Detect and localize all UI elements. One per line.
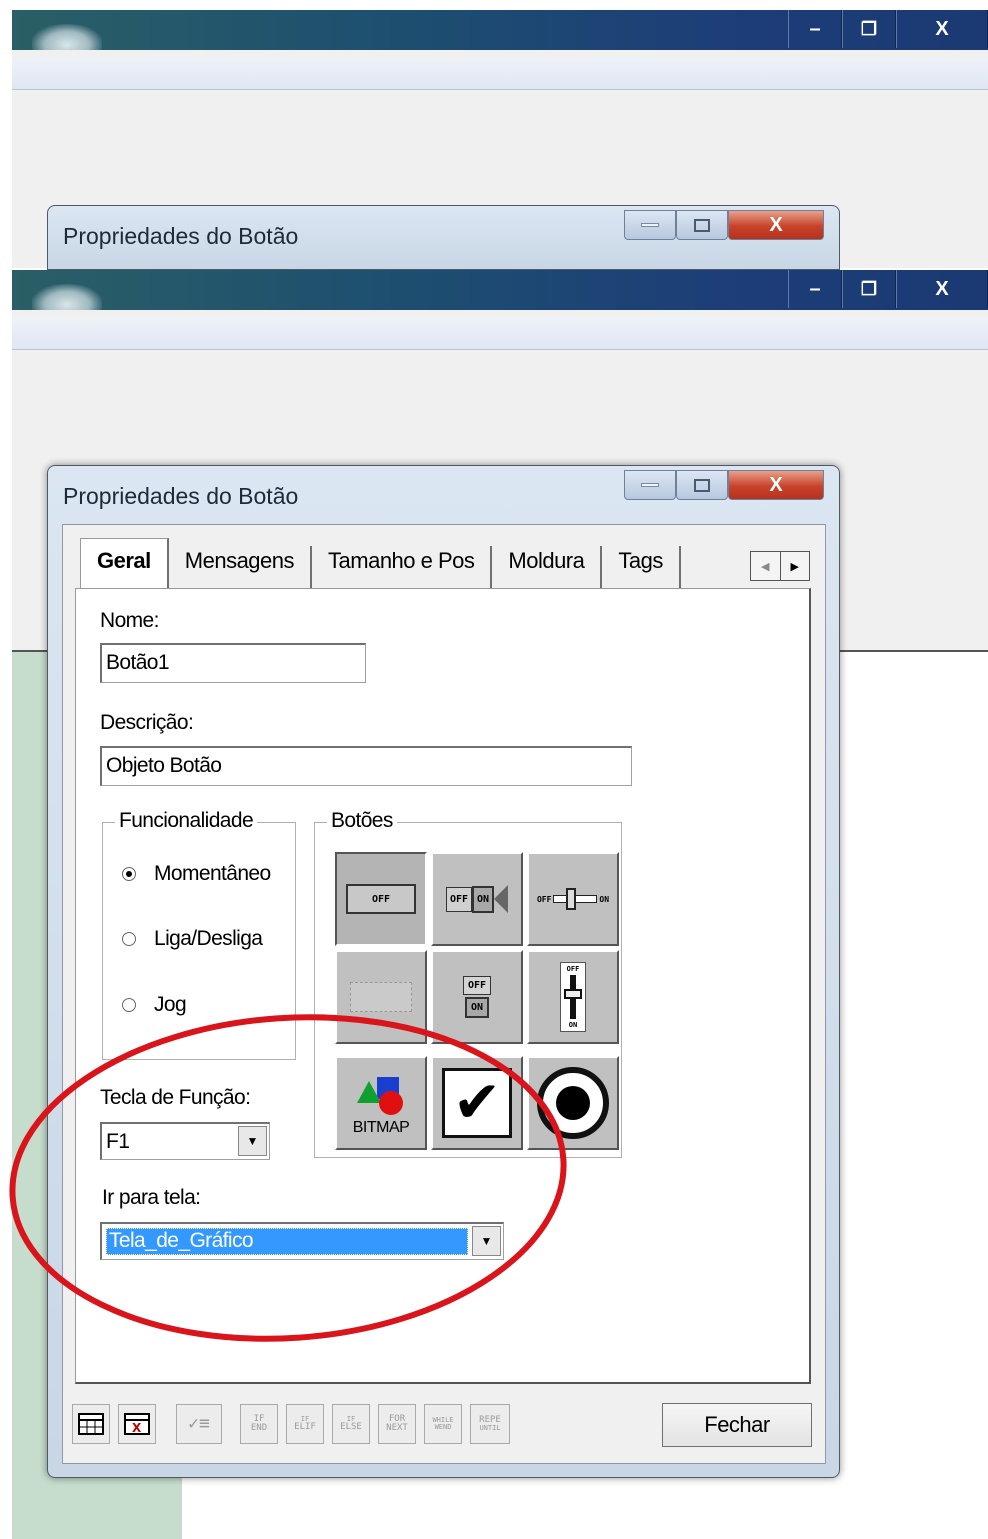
keyword-repeat-until[interactable]: REPE UNTIL <box>470 1404 510 1444</box>
minimize-icon <box>641 483 659 487</box>
tab-moldura[interactable]: Moldura <box>492 546 603 588</box>
maximize-icon <box>694 218 710 232</box>
radio-momentaneo[interactable]: Momentâneo <box>122 862 271 886</box>
radio-liga-desliga[interactable]: Liga/Desliga <box>122 927 263 951</box>
app-menubar <box>12 58 988 90</box>
keyword-while-wend[interactable]: WHILE WEND <box>424 1404 462 1444</box>
dialog-maximize-button-bg[interactable] <box>676 210 728 240</box>
minimize-icon <box>641 223 659 227</box>
kw-bottom: ELSE <box>340 1421 362 1432</box>
app-menubar <box>12 318 988 350</box>
off-push-button-icon: OFF <box>346 884 416 914</box>
app-close-button[interactable]: X <box>896 270 988 308</box>
tab-tags[interactable]: Tags <box>602 546 681 588</box>
dialog-window-background: Propriedades do Botão X <box>47 205 840 270</box>
tab-scroll-right-icon[interactable]: ▶ <box>781 552 810 580</box>
dialog-maximize-button[interactable] <box>676 470 728 500</box>
tab-geral[interactable]: Geral <box>80 538 169 588</box>
keyword-elif[interactable]: IF ELIF <box>286 1404 324 1444</box>
close-dialog-button[interactable]: Fechar <box>662 1403 812 1447</box>
kw-bottom: NEXT <box>386 1423 408 1433</box>
button-style-off-on-rocker[interactable]: OFF ON <box>431 852 523 946</box>
radio-momentaneo-label: Momentâneo <box>154 862 271 885</box>
kw-bottom: ELIF <box>294 1421 316 1432</box>
tab-strip: Geral Mensagens Tamanho e Pos Moldura Ta… <box>80 538 681 588</box>
buttons-group-title: Botões <box>327 809 397 833</box>
app-logo-glow <box>32 24 102 50</box>
on-label: ON <box>472 885 495 913</box>
app-titlebar: – ❐ X <box>12 10 988 50</box>
svg-text:X: X <box>132 1421 142 1435</box>
table-edit-icon[interactable] <box>72 1404 110 1444</box>
off-label: OFF <box>536 894 552 904</box>
tab-scroll-left-icon[interactable]: ◀ <box>751 552 781 580</box>
button-style-off[interactable]: OFF <box>335 852 427 946</box>
tab-scroll-buttons: ◀ ▶ <box>750 551 810 581</box>
app-maximize-button[interactable]: ❐ <box>842 10 896 48</box>
dialog-minimize-button[interactable] <box>624 470 676 500</box>
description-label: Descrição: <box>100 711 194 734</box>
slider-track <box>553 888 598 910</box>
kw-bottom: UNTIL <box>479 1424 501 1433</box>
kw-bottom: WEND <box>434 1423 452 1431</box>
maximize-icon <box>694 478 710 492</box>
off-label: OFF <box>462 976 492 995</box>
off-on-rocker-icon: OFF ON <box>445 885 509 913</box>
app-minimize-button[interactable]: – <box>788 270 842 308</box>
name-input[interactable]: Botão1 <box>100 643 366 683</box>
radio-liga-desliga-label: Liga/Desliga <box>154 927 263 950</box>
app-close-button[interactable]: X <box>896 10 988 48</box>
app-minimize-button[interactable]: – <box>788 10 842 48</box>
kw-bottom: END <box>250 1423 268 1433</box>
tab-mensagens[interactable]: Mensagens <box>169 546 313 588</box>
off-label: OFF <box>566 965 580 973</box>
dialog-title: Propriedades do Botão <box>63 483 299 509</box>
app-titlebar-main: – ❐ X <box>12 270 988 310</box>
check-list-icon[interactable]: ✓≡ <box>176 1404 222 1444</box>
dialog-title-background: Propriedades do Botão <box>63 223 299 249</box>
tab-tamanho-e-pos[interactable]: Tamanho e Pos <box>312 546 493 588</box>
radio-dot-icon <box>122 932 136 946</box>
button-style-horizontal-slider[interactable]: OFF ON <box>527 852 619 946</box>
dialog-close-button-bg[interactable]: X <box>728 210 824 240</box>
horizontal-slider-switch-icon: OFF ON <box>536 888 610 910</box>
description-input[interactable]: Objeto Botão <box>100 746 632 786</box>
annotation-circle <box>9 1014 567 1342</box>
name-label: Nome: <box>100 609 159 632</box>
app-maximize-button[interactable]: ❐ <box>842 270 896 308</box>
keyword-else[interactable]: IF ELSE <box>332 1404 370 1444</box>
off-label: OFF <box>371 893 391 905</box>
on-label: ON <box>599 894 610 904</box>
keyword-for-next[interactable]: FOR NEXT <box>378 1404 416 1444</box>
dialog-close-button[interactable]: X <box>728 470 824 500</box>
rocker-bevel <box>494 885 509 913</box>
keyword-if-end[interactable]: IF END <box>240 1404 278 1444</box>
dialog-minimize-button-bg[interactable] <box>624 210 676 240</box>
off-label: OFF <box>445 886 472 912</box>
radio-dot-icon <box>122 867 136 881</box>
functionality-title: Funcionalidade <box>115 809 258 833</box>
app-logo-glow <box>32 284 102 310</box>
table-delete-icon[interactable]: X <box>118 1404 156 1444</box>
